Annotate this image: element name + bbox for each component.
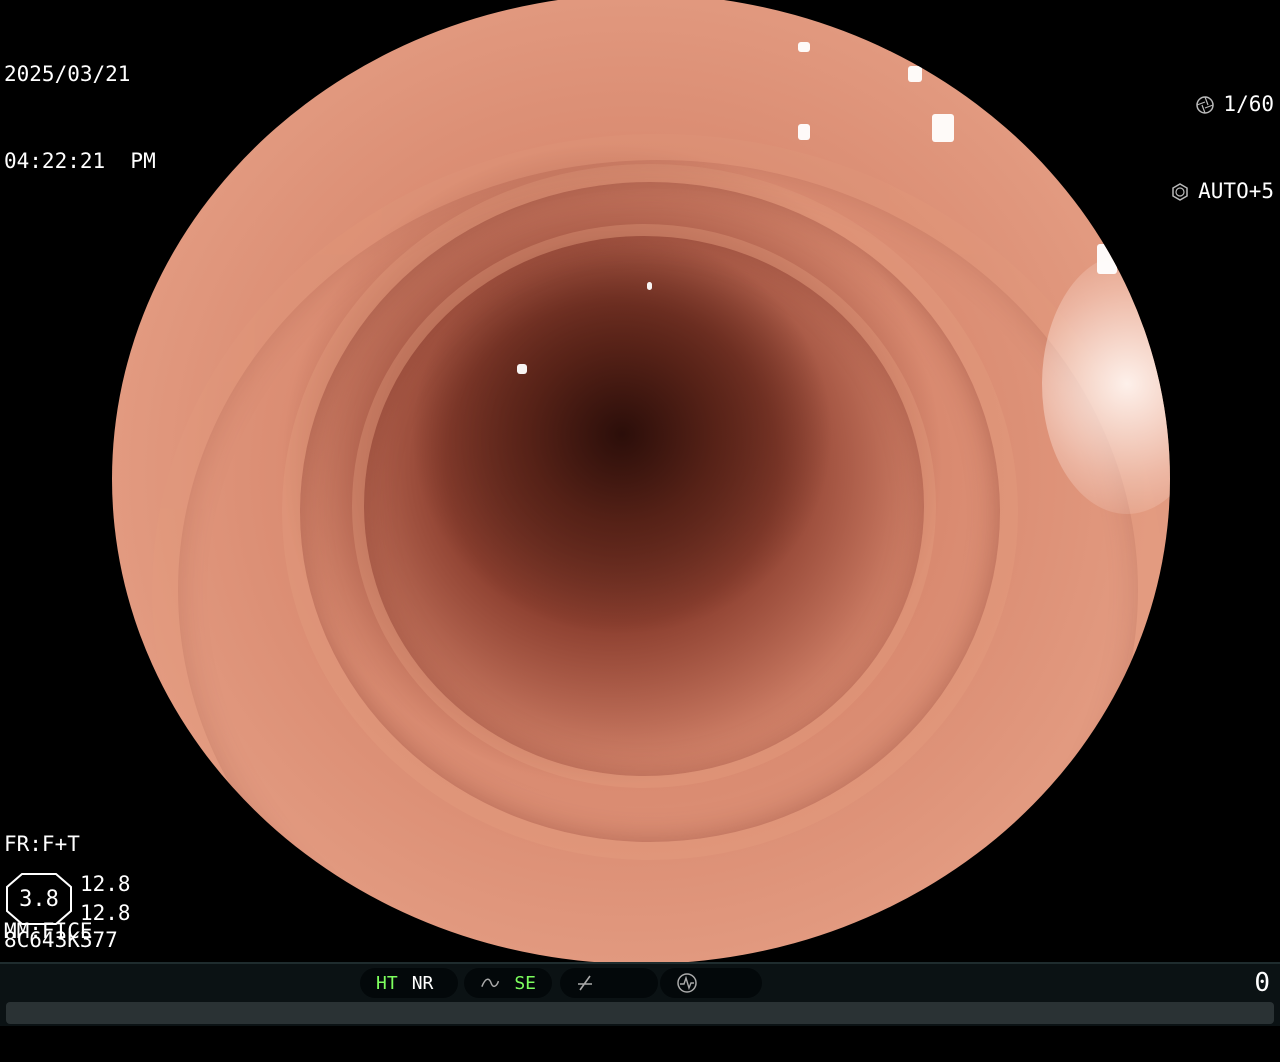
- glare-spot: [1097, 244, 1117, 274]
- glare-spot: [798, 42, 810, 52]
- glare-spot: [908, 66, 922, 82]
- zoom-values: 12.8 12.8: [80, 870, 131, 928]
- exposure-info: 1/60 AUTO+5: [1170, 32, 1274, 235]
- glare-spot: [798, 124, 810, 140]
- ht-nr-group[interactable]: HT NR: [360, 968, 458, 998]
- color-group[interactable]: [560, 968, 658, 998]
- aperture-icon: [1196, 95, 1215, 114]
- datetime: 2025/03/21 04:22:21 PM: [4, 2, 156, 205]
- glare-spot: [517, 364, 527, 374]
- shutter-text: 1/60: [1223, 92, 1274, 116]
- scope-id: 8C643K377: [4, 928, 118, 952]
- zoom-value-2: 12.8: [80, 901, 131, 925]
- glare-spot: [892, 32, 918, 46]
- zoom-octagon: 3.8: [6, 873, 72, 925]
- date-text: 2025/03/21: [4, 62, 131, 86]
- waveform-icon: [677, 973, 697, 993]
- fr-setting: FR:F+T: [4, 832, 80, 856]
- iris-icon: [1172, 182, 1188, 201]
- se-label[interactable]: SE: [514, 973, 536, 994]
- slash-icon: [578, 975, 592, 991]
- mode-group[interactable]: [660, 968, 762, 998]
- curve-icon: [481, 978, 500, 988]
- glare-spot: [932, 114, 954, 142]
- mucosal-fold-outer: [152, 134, 1164, 964]
- zoom-value-1: 12.8: [80, 872, 131, 896]
- zoom-value: 3.8: [19, 886, 59, 912]
- glare-spot: [647, 282, 652, 290]
- status-bar-lower: [6, 1002, 1274, 1024]
- image-counter: 0: [1254, 968, 1270, 998]
- zoom-indicator: 3.8 12.8 12.8: [6, 870, 131, 928]
- endoscope-view: [112, 0, 1170, 964]
- ht-label[interactable]: HT: [376, 973, 398, 994]
- glare-spot: [438, 934, 458, 946]
- status-bar: HT NR SE 0: [0, 962, 1280, 1026]
- exposure-text: AUTO+5: [1198, 179, 1274, 203]
- time-text: 04:22:21 PM: [4, 149, 156, 173]
- nr-label[interactable]: NR: [412, 973, 434, 994]
- enhance-group[interactable]: SE: [464, 968, 552, 998]
